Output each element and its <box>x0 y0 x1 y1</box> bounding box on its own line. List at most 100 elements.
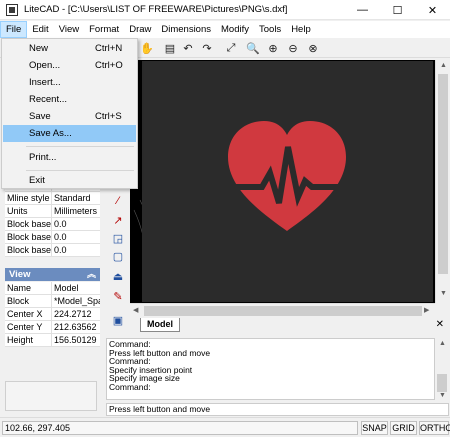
menu-format[interactable]: Format <box>84 21 124 38</box>
menu-item-insert[interactable]: Insert... <box>3 74 136 91</box>
minimize-button[interactable]: — <box>345 0 380 20</box>
menu-item-exit[interactable]: Exit <box>3 172 136 189</box>
insert-block-icon[interactable]: ◲ <box>111 231 125 245</box>
horizontal-scrollbar[interactable]: ◀ ▶ <box>130 303 435 317</box>
menu-edit[interactable]: Edit <box>27 21 53 38</box>
table-row: Name Model <box>5 282 100 295</box>
menu-tools[interactable]: Tools <box>254 21 286 38</box>
scroll-up-icon[interactable]: ▲ <box>439 340 446 347</box>
layout-tabs: Model ✕ <box>130 318 449 333</box>
heartbeat-heart-icon <box>212 121 364 231</box>
zoom-window-icon[interactable]: ⊕ <box>266 41 280 55</box>
view-section-header[interactable]: View ︽ <box>5 268 100 281</box>
table-row: Center Y 212.63562 <box>5 321 100 334</box>
maximize-button[interactable]: ☐ <box>380 0 415 20</box>
menu-dimensions[interactable]: Dimensions <box>156 21 216 38</box>
menu-view[interactable]: View <box>54 21 84 38</box>
menu-item-label: Exit <box>29 175 45 186</box>
prop-value[interactable]: Standard <box>52 192 100 204</box>
menu-item-label: New <box>29 43 49 54</box>
view-section-title: View <box>9 269 31 280</box>
close-button[interactable]: ✕ <box>415 0 450 20</box>
menu-help[interactable]: Help <box>286 21 316 38</box>
prop-value[interactable]: Millimeters <box>52 205 100 217</box>
redo-icon[interactable]: ↷ <box>200 41 214 55</box>
grid-toggle[interactable]: GRID <box>390 421 417 435</box>
ortho-toggle[interactable]: ORTHO <box>419 421 450 435</box>
prop-value[interactable]: Model <box>52 282 100 294</box>
prop-value[interactable]: 224.2712 <box>52 308 100 320</box>
menu-item-label: Insert... <box>29 77 61 88</box>
menu-modify[interactable]: Modify <box>216 21 254 38</box>
zoom-realtime-icon[interactable]: ⤢ <box>224 41 238 55</box>
pen-tool-icon[interactable]: ✎ <box>111 289 125 303</box>
menu-draw[interactable]: Draw <box>124 21 156 38</box>
paste-icon[interactable]: ▤ <box>163 41 177 55</box>
status-bar: 102.66, 297.405 SNAP GRID ORTHO <box>0 417 450 437</box>
close-tab-icon[interactable]: ✕ <box>436 319 444 330</box>
menu-item-label: Open... <box>29 60 61 71</box>
prop-key: Center Y <box>5 321 52 333</box>
line-tool-icon[interactable]: ⁄ <box>111 194 125 208</box>
scrollbar-thumb[interactable] <box>438 74 448 274</box>
menu-item-print[interactable]: Print... <box>3 149 136 166</box>
prop-key: Block base <box>7 218 52 230</box>
menu-item-save-as[interactable]: Save As... <box>3 125 136 142</box>
scrollbar-thumb[interactable] <box>144 306 422 316</box>
menu-bar: File Edit View Format Draw Dimensions Mo… <box>0 21 450 38</box>
collapse-icon[interactable]: ︽ <box>87 268 96 281</box>
properties-top-table: Standard Mline style Standard Units Mill… <box>5 185 100 257</box>
tab-model[interactable]: Model <box>140 318 180 332</box>
layers-icon[interactable]: ▣ <box>111 313 125 327</box>
image-drawing[interactable] <box>142 61 433 302</box>
command-line: Specify image size <box>109 373 180 383</box>
preview-box <box>5 381 97 411</box>
zoom-out-icon[interactable]: ⊖ <box>286 41 300 55</box>
prop-key: Height <box>5 334 52 346</box>
rectangle-tool-icon[interactable]: ▢ <box>111 249 125 263</box>
table-row: Block *Model_Spa <box>5 295 100 308</box>
hatch-tool-icon[interactable]: ⏏ <box>111 269 125 283</box>
table-row: Mline style Standard <box>5 192 100 205</box>
table-row: Block base 0.0 <box>5 244 100 257</box>
scroll-up-icon[interactable]: ▲ <box>440 62 447 69</box>
prop-value[interactable]: 0.0 <box>52 244 100 256</box>
prop-value[interactable]: *Model_Spa <box>52 295 100 307</box>
file-menu-dropdown: New Ctrl+N Open... Ctrl+O Insert... Rece… <box>1 38 138 189</box>
scroll-left-icon[interactable]: ◀ <box>133 306 138 314</box>
polyline-tool-icon[interactable]: ↗ <box>111 213 125 227</box>
menu-separator <box>26 170 134 171</box>
command-line: Press left button and move <box>109 347 211 358</box>
command-scrollbar[interactable]: ▲ ▼ <box>435 338 449 400</box>
command-input[interactable]: Press left button and move <box>106 403 449 416</box>
vertical-scrollbar[interactable]: ▲ ▼ <box>435 60 449 303</box>
menu-item-recent[interactable]: Recent... <box>3 91 136 108</box>
scroll-right-icon[interactable]: ▶ <box>424 306 429 314</box>
prop-value[interactable]: 0.0 <box>52 231 100 243</box>
prop-key: Center X <box>5 308 52 320</box>
scroll-down-icon[interactable]: ▼ <box>440 290 447 297</box>
scroll-down-icon[interactable]: ▼ <box>439 392 446 399</box>
pan-icon[interactable]: ✋ <box>140 41 154 55</box>
prop-value[interactable]: 212.63562 <box>52 321 100 333</box>
menu-item-label: Print... <box>29 152 57 163</box>
scrollbar-thumb[interactable] <box>437 374 447 392</box>
menu-item-new[interactable]: New Ctrl+N <box>3 40 136 57</box>
prop-value[interactable]: 0.0 <box>52 218 100 230</box>
prop-key: Block base <box>7 231 52 243</box>
table-row: Height 156.50129 <box>5 334 100 347</box>
menu-item-save[interactable]: Save Ctrl+S <box>3 108 136 125</box>
menu-item-shortcut: Ctrl+N <box>95 43 123 54</box>
snap-toggle[interactable]: SNAP <box>361 421 388 435</box>
prop-value[interactable]: 156.50129 <box>52 334 100 346</box>
zoom-extents-icon[interactable]: ⊗ <box>306 41 320 55</box>
menu-item-open[interactable]: Open... Ctrl+O <box>3 57 136 74</box>
window-title: LiteCAD - [C:\Users\LIST OF FREEWARE\Pic… <box>24 4 288 15</box>
undo-icon[interactable]: ↶ <box>181 41 195 55</box>
prop-key: Name <box>5 282 52 294</box>
zoom-in-icon[interactable]: 🔍 <box>246 41 260 55</box>
table-row: Block base 0.0 <box>5 218 100 231</box>
menu-item-shortcut: Ctrl+O <box>95 60 123 71</box>
menu-file[interactable]: File <box>0 21 28 38</box>
menu-item-label: Save <box>29 111 51 122</box>
